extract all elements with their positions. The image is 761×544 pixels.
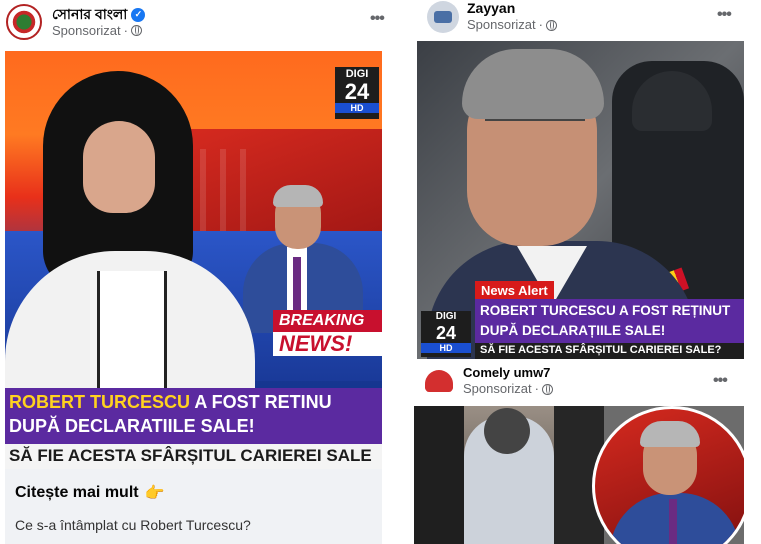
headline-name: ROBERT TURCESCU [9, 392, 191, 412]
sponsored-label: Sponsorizat · [467, 17, 557, 33]
headline-line2: DUPĂ DECLARATIILE SALE! [9, 416, 255, 436]
anchor-top [97, 271, 167, 391]
sponsored-label: Sponsorizat · [52, 23, 145, 39]
separator-dot: · [534, 381, 539, 396]
page-name[interactable]: সোনার বাংলা ✓ [52, 6, 146, 23]
channel-logo-number: 24 [344, 79, 370, 104]
news-alert-tag: News Alert [475, 281, 554, 300]
post1-header: সোনার বাংলা ✓ Sponsorizat · [6, 4, 146, 40]
sponsored-text[interactable]: Sponsorizat [463, 381, 532, 397]
page-name[interactable]: Zayyan [467, 0, 557, 17]
sponsored-label: Sponsorizat · [463, 381, 553, 397]
seal-logo-icon [11, 9, 37, 35]
breaking-label: BREAKING [273, 310, 382, 332]
globe-icon [131, 25, 142, 36]
more-options-button[interactable]: ••• [717, 6, 732, 24]
globe-icon [542, 383, 553, 395]
news-ticker: SĂ FIE ACESTA SFÂRȘITUL CARIEREI SALE? [475, 343, 744, 359]
channel-logo: DIGI 24 HD [335, 67, 379, 119]
pointing-hand-icon: 👉 [144, 485, 165, 502]
verified-badge-icon: ✓ [131, 7, 146, 22]
read-more-title[interactable]: Citește mai mult 👉 [15, 483, 372, 503]
portrait-inset [592, 406, 744, 544]
read-more-text[interactable]: Citește mai mult [15, 484, 139, 502]
page-avatar[interactable] [423, 364, 455, 397]
page-logo-icon [425, 369, 453, 392]
page-name[interactable]: Comely umw7 [463, 364, 553, 381]
post3-image[interactable] [414, 406, 744, 544]
channel-hd: HD [421, 343, 471, 353]
headline-rest: A FOST RETINU [190, 392, 332, 412]
headline-line1: ROBERT TURCESCU A FOST RETINU [9, 390, 378, 414]
more-options-button[interactable]: ••• [713, 372, 728, 390]
portrait-hair [640, 421, 700, 447]
news-label: NEWS! [273, 332, 382, 356]
guest-hair [273, 185, 323, 207]
post3-header: Comely umw7 Sponsorizat · [423, 364, 553, 397]
sponsored-text[interactable]: Sponsorizat [467, 17, 536, 33]
post2-image[interactable]: DIGI 24 HD News Alert ROBERT TURCESCU A … [417, 41, 744, 359]
channel-hd: HD [335, 103, 379, 113]
headline-banner: ROBERT TURCESCU A FOST REȚINUT DUPĂ DECL… [475, 299, 744, 343]
page-avatar[interactable] [6, 4, 42, 40]
news-ticker: SĂ FIE ACESTA SFÂRȘITUL CARIEREI SALE [5, 444, 382, 469]
page-logo-icon [434, 10, 452, 23]
guest-tie [293, 257, 301, 317]
post2-header: Zayyan Sponsorizat · [427, 0, 557, 33]
headline-banner: ROBERT TURCESCU A FOST RETINU DUPĂ DECLA… [5, 388, 382, 444]
subject-hair [462, 49, 604, 119]
more-options-button[interactable]: ••• [370, 10, 385, 28]
page-name-text[interactable]: সোনার বাংলা [52, 6, 127, 22]
sponsored-text[interactable]: Sponsorizat [52, 23, 121, 39]
channel-logo-number: 24 [435, 323, 457, 343]
headline-line2: DUPĂ DECLARAȚIILE SALE! [480, 323, 666, 338]
globe-icon [546, 19, 557, 31]
headline-line1: ROBERT TURCESCU A FOST REȚINUT [480, 303, 731, 318]
detained-person-head [484, 408, 530, 454]
police-officer-left [414, 406, 464, 544]
page-avatar[interactable] [427, 0, 459, 33]
link-description[interactable]: Ce s-a întâmplat cu Robert Turcescu? [15, 517, 372, 533]
post1-image[interactable]: DIGI 24 HD BREAKING NEWS! ROBERT TURCESC… [5, 51, 382, 469]
link-preview[interactable]: Citește mai mult 👉 Ce s-a întâmplat cu R… [5, 469, 382, 544]
subject-glasses [485, 119, 585, 141]
breaking-news-badge: BREAKING NEWS! [273, 310, 382, 358]
separator-dot: · [538, 17, 543, 32]
portrait-tie [669, 499, 677, 544]
channel-logo: DIGI 24 HD [421, 311, 471, 357]
anchor-face [83, 121, 155, 213]
separator-dot: · [123, 22, 128, 38]
channel-logo-top: DIGI [435, 311, 457, 322]
